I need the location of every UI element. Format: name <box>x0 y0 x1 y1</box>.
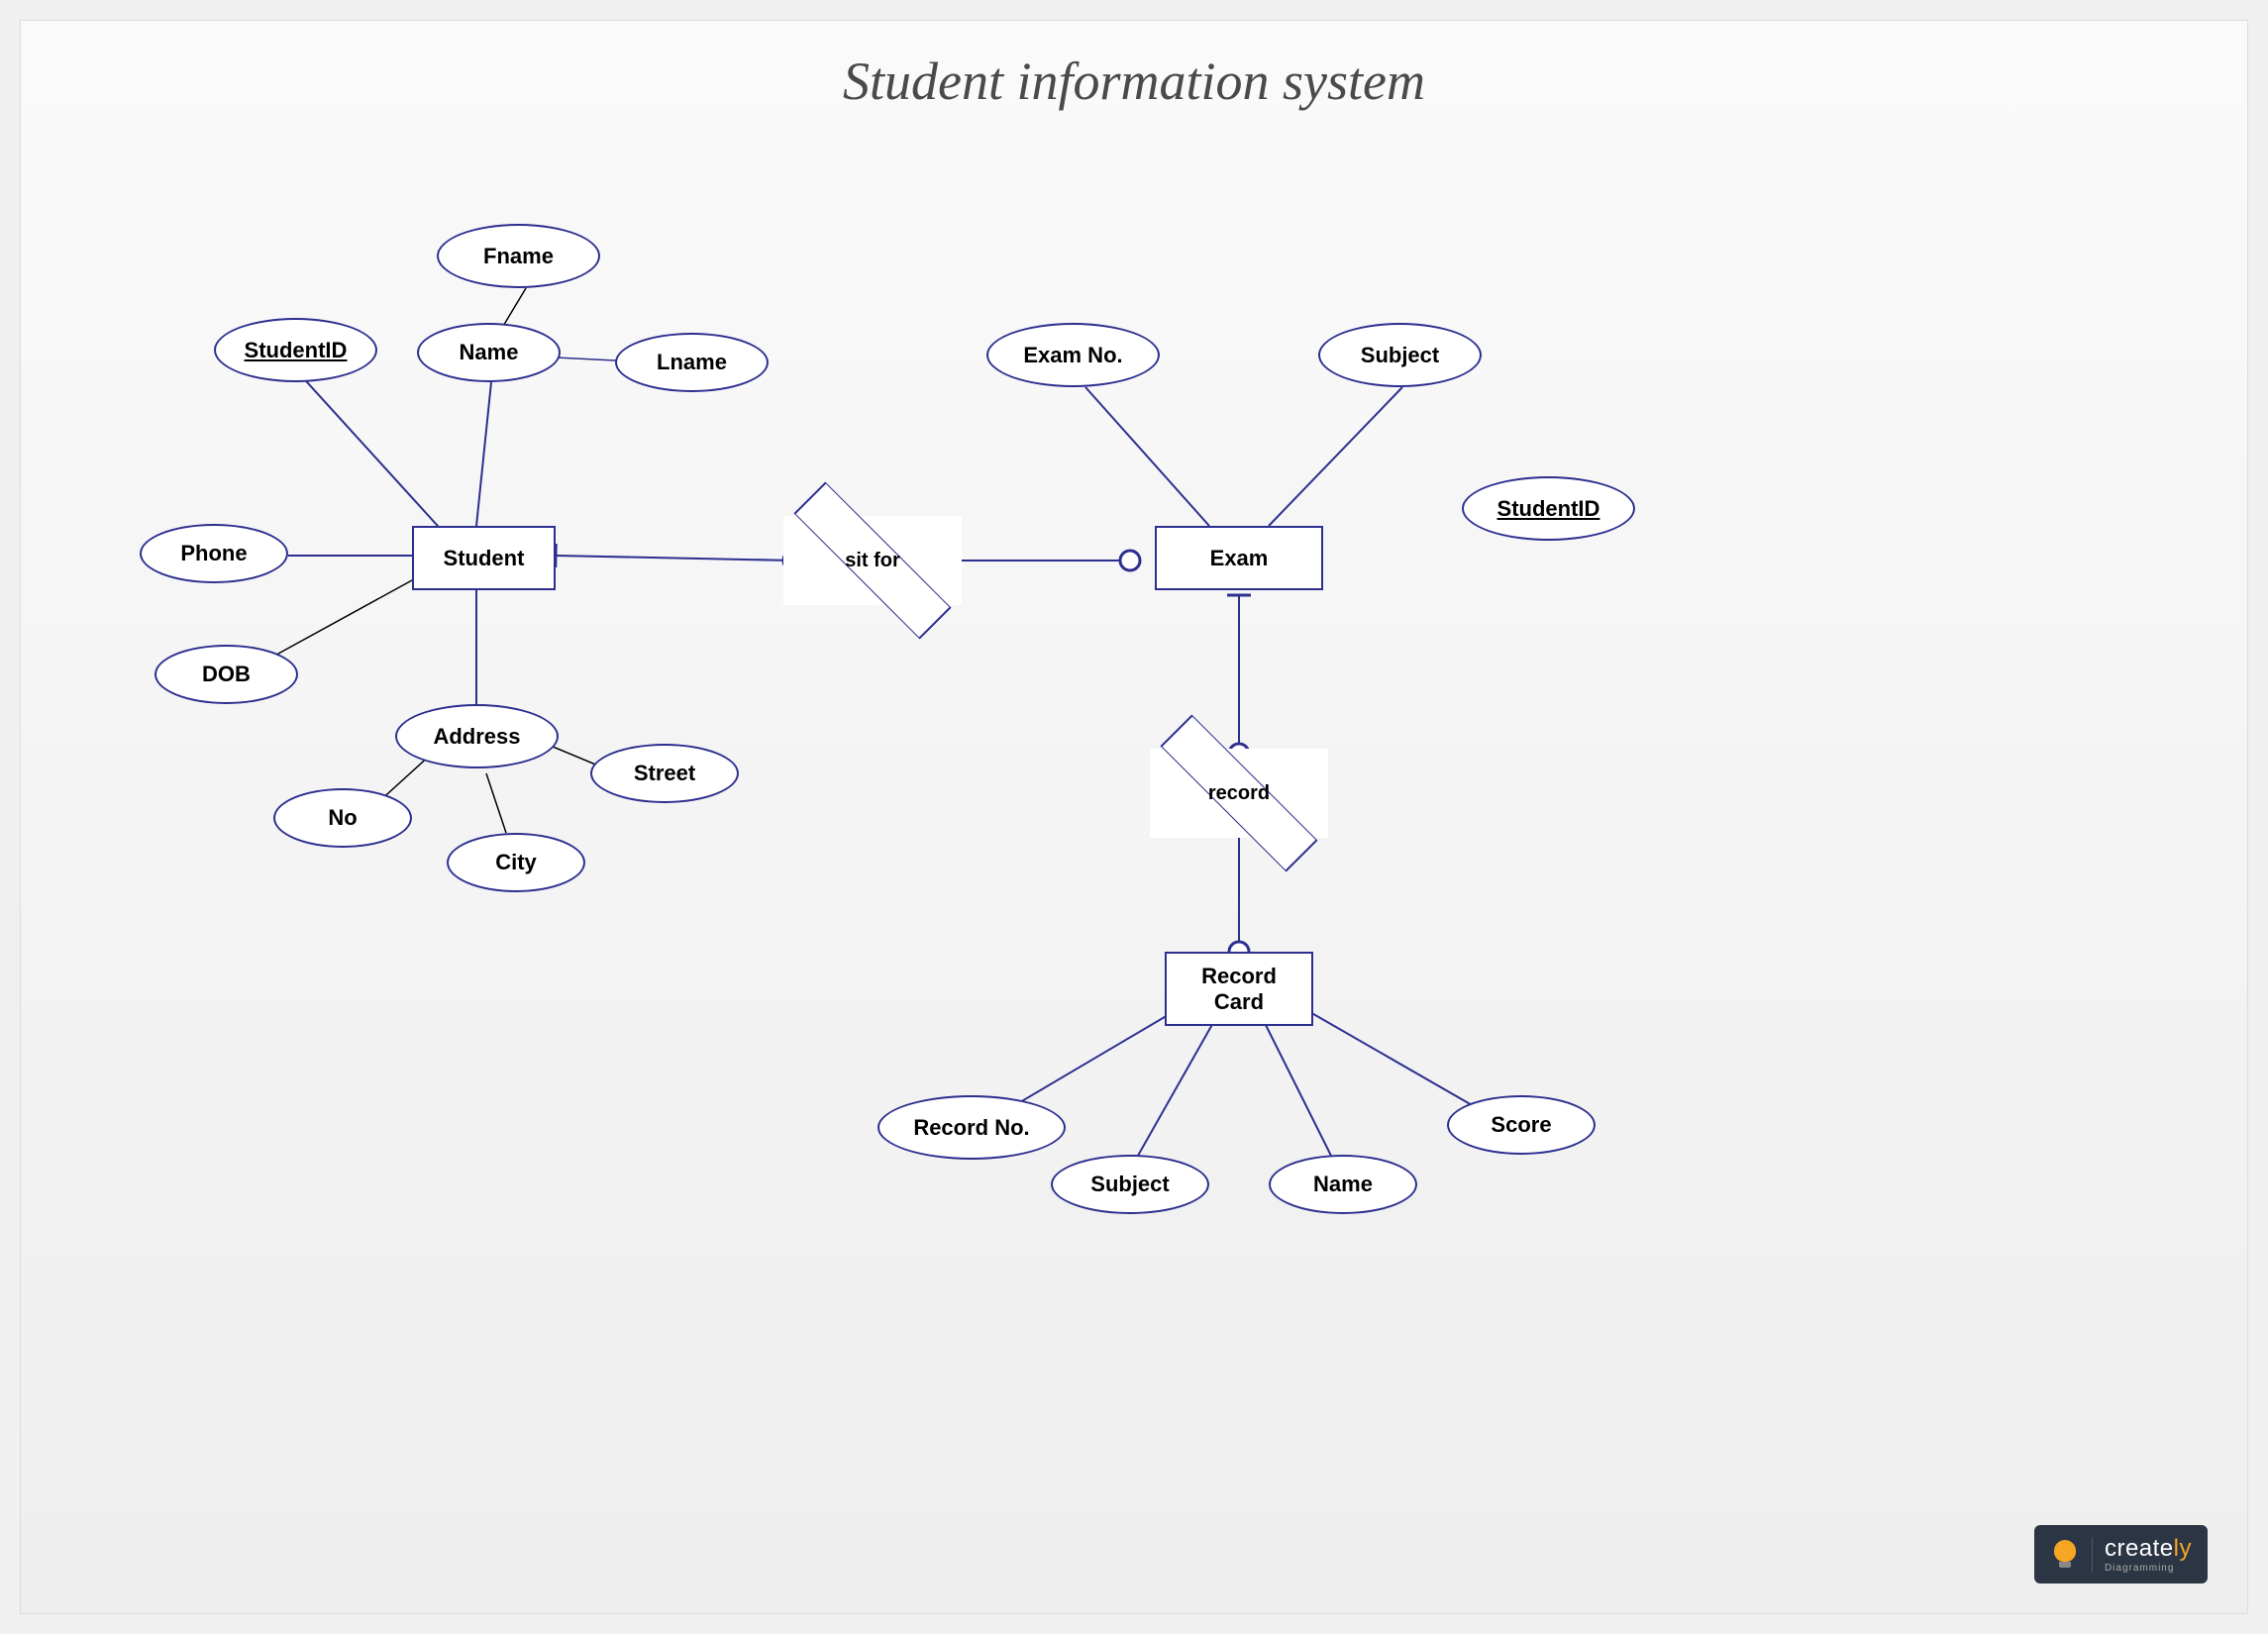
diagram-title: Student information system <box>843 51 1425 112</box>
attribute-no[interactable]: No <box>273 788 412 848</box>
entity-student[interactable]: Student <box>412 526 556 590</box>
attribute-rc-name[interactable]: Name <box>1269 1155 1417 1214</box>
attribute-dob[interactable]: DOB <box>155 645 298 704</box>
diagram-canvas: Student information system <box>20 20 2248 1614</box>
attribute-subject[interactable]: Subject <box>1318 323 1482 387</box>
attribute-student-id[interactable]: StudentID <box>214 318 377 382</box>
bulb-icon <box>2050 1540 2080 1570</box>
attribute-score[interactable]: Score <box>1447 1095 1596 1155</box>
attribute-address[interactable]: Address <box>395 704 559 768</box>
attribute-student-id-2[interactable]: StudentID <box>1462 476 1635 541</box>
attribute-city[interactable]: City <box>447 833 585 892</box>
attribute-street[interactable]: Street <box>590 744 739 803</box>
attribute-phone[interactable]: Phone <box>140 524 288 583</box>
attribute-lname[interactable]: Lname <box>615 333 769 392</box>
attribute-record-no[interactable]: Record No. <box>877 1095 1066 1160</box>
attribute-rc-subject[interactable]: Subject <box>1051 1155 1209 1214</box>
relationship-record[interactable]: record <box>1150 749 1328 838</box>
attribute-name[interactable]: Name <box>417 323 561 382</box>
attribute-exam-no[interactable]: Exam No. <box>986 323 1160 387</box>
relationship-sit-for[interactable]: sit for <box>783 516 962 605</box>
creately-logo: creately Diagramming <box>2034 1525 2208 1583</box>
entity-record-card[interactable]: Record Card <box>1165 952 1313 1026</box>
attribute-fname[interactable]: Fname <box>437 224 600 288</box>
entity-exam[interactable]: Exam <box>1155 526 1323 590</box>
